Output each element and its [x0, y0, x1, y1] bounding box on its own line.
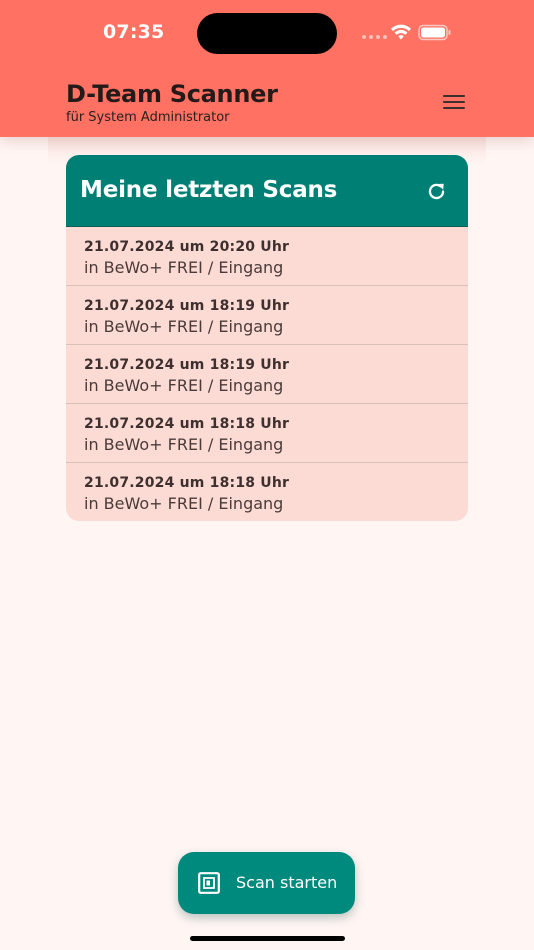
scan-location: in BeWo+ FREI / Eingang: [84, 317, 284, 336]
status-time: 07:35: [103, 21, 165, 43]
refresh-icon: [428, 183, 444, 199]
scan-list-item[interactable]: 21.07.2024 um 20:20 Uhr in BeWo+ FREI / …: [66, 227, 468, 286]
scan-list-item[interactable]: 21.07.2024 um 18:18 Uhr in BeWo+ FREI / …: [66, 463, 468, 521]
scan-icon: [198, 872, 220, 894]
start-scan-label: Scan starten: [236, 873, 338, 892]
scan-date: 21.07.2024 um 18:18 Uhr: [84, 416, 290, 432]
hamburger-menu-icon: [443, 95, 465, 109]
scan-location: in BeWo+ FREI / Eingang: [84, 435, 284, 454]
refresh-button[interactable]: [422, 177, 450, 205]
app-header: 07:35 D-Team Scanner für System Administ…: [0, 0, 534, 137]
scan-list-item[interactable]: 21.07.2024 um 18:18 Uhr in BeWo+ FREI / …: [66, 404, 468, 463]
wifi-icon: [391, 24, 411, 40]
card-title: Meine letzten Scans: [80, 177, 338, 203]
scan-list-item[interactable]: 21.07.2024 um 18:19 Uhr in BeWo+ FREI / …: [66, 345, 468, 404]
app-title: D-Team Scanner: [66, 80, 278, 108]
scan-list: 21.07.2024 um 20:20 Uhr in BeWo+ FREI / …: [66, 227, 468, 521]
home-indicator: [190, 936, 345, 941]
card-header: Meine letzten Scans: [66, 155, 468, 227]
scan-date: 21.07.2024 um 18:18 Uhr: [84, 475, 290, 491]
scan-location: in BeWo+ FREI / Eingang: [84, 376, 284, 395]
dynamic-island: [197, 13, 337, 54]
scan-date: 21.07.2024 um 18:19 Uhr: [84, 298, 290, 314]
cellular-signal-icon: [362, 35, 387, 39]
scan-date: 21.07.2024 um 20:20 Uhr: [84, 239, 290, 255]
start-scan-button[interactable]: Scan starten: [178, 852, 355, 914]
battery-icon: [418, 24, 451, 41]
recent-scans-card: Meine letzten Scans 21.07.2024 um 20:20 …: [66, 155, 468, 521]
scan-location: in BeWo+ FREI / Eingang: [84, 494, 284, 513]
menu-button[interactable]: [438, 88, 470, 116]
scan-list-item[interactable]: 21.07.2024 um 18:19 Uhr in BeWo+ FREI / …: [66, 286, 468, 345]
scan-date: 21.07.2024 um 18:19 Uhr: [84, 357, 290, 373]
app-subtitle: für System Administrator: [66, 110, 230, 125]
scan-location: in BeWo+ FREI / Eingang: [84, 258, 284, 277]
